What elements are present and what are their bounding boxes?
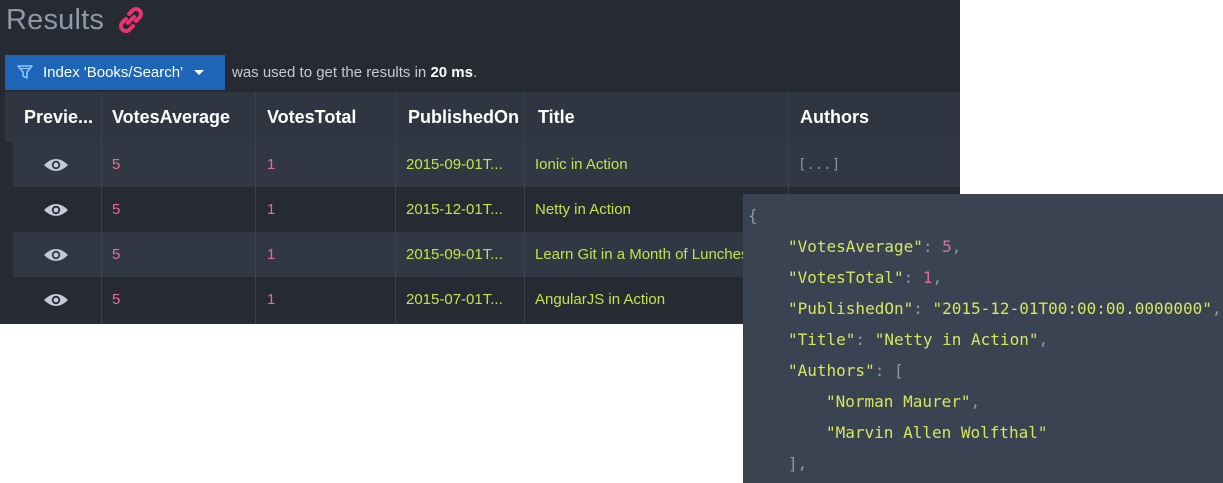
column-header-votes-average[interactable]: VotesAverage [112,92,257,142]
results-header: Results [6,0,148,40]
column-divider[interactable] [395,92,396,324]
json-line-title: "Title": "Netty in Action", [788,330,1049,349]
votes-total-cell: 1 [267,246,276,263]
eye-icon[interactable] [43,247,69,263]
json-line-published-on: "PublishedOn": "2015-12-01T00:00:00.0000… [788,299,1222,318]
votes-average-cell: 5 [112,201,121,218]
preview-cell [43,142,83,187]
votes-total-cell: 1 [267,156,276,173]
filter-icon [17,64,33,80]
json-line-authors: "Authors": [ [788,361,904,380]
caret-down-icon [193,69,204,75]
page-title: Results [6,3,105,36]
eye-icon[interactable] [43,292,69,308]
column-divider[interactable] [101,92,102,324]
table-row[interactable]: 5 1 2015-09-01T... Ionic in Action [...] [13,142,960,187]
json-line-authors-close: ], [788,454,808,473]
column-header-title[interactable]: Title [538,92,788,142]
title-cell: Ionic in Action [535,156,628,173]
authors-cell[interactable]: [...] [798,142,948,187]
index-note: was used to get the results in 20 ms. [232,64,477,81]
eye-icon[interactable] [43,157,69,173]
published-on-cell: 2015-12-01T... [406,201,503,218]
json-preview-popup: { "VotesAverage": 5, "VotesTotal": 1, "P… [743,194,1223,483]
preview-cell [43,277,83,322]
published-on-cell: 2015-07-01T... [406,291,503,308]
link-icon[interactable] [114,3,148,37]
column-header-authors[interactable]: Authors [800,92,960,142]
votes-average-cell: 5 [112,291,121,308]
column-divider[interactable] [524,92,525,324]
preview-cell [43,187,83,232]
index-note-prefix: was used to get the results in [232,63,427,81]
column-divider[interactable] [255,92,256,324]
eye-icon[interactable] [43,202,69,218]
column-header-votes-total[interactable]: VotesTotal [267,92,397,142]
index-note-suffix: . [473,63,478,81]
index-info-bar: Index 'Books/Search' was used to get the… [5,54,477,90]
index-label: Index 'Books/Search' [43,63,183,81]
published-on-cell: 2015-09-01T... [406,156,503,173]
votes-average-cell: 5 [112,156,121,173]
json-line-votes-total: "VotesTotal": 1, [788,268,943,287]
votes-total-cell: 1 [267,291,276,308]
preview-cell [43,232,83,277]
query-duration: 20 ms [430,63,473,81]
column-header-published-on[interactable]: PublishedOn [408,92,528,142]
votes-average-cell: 5 [112,246,121,263]
json-line-author-2: "Marvin Allen Wolfthal" [826,423,1048,442]
grid-header: Previe... VotesAverage VotesTotal Publis… [5,92,960,142]
votes-total-cell: 1 [267,201,276,218]
json-line-author-1: "Norman Maurer", [826,392,981,411]
json-line-votes-average: "VotesAverage": 5, [788,237,962,256]
json-open-brace: { [748,206,758,225]
published-on-cell: 2015-09-01T... [406,246,503,263]
column-header-preview[interactable]: Previe... [24,92,102,142]
index-selector-button[interactable]: Index 'Books/Search' [5,54,225,90]
